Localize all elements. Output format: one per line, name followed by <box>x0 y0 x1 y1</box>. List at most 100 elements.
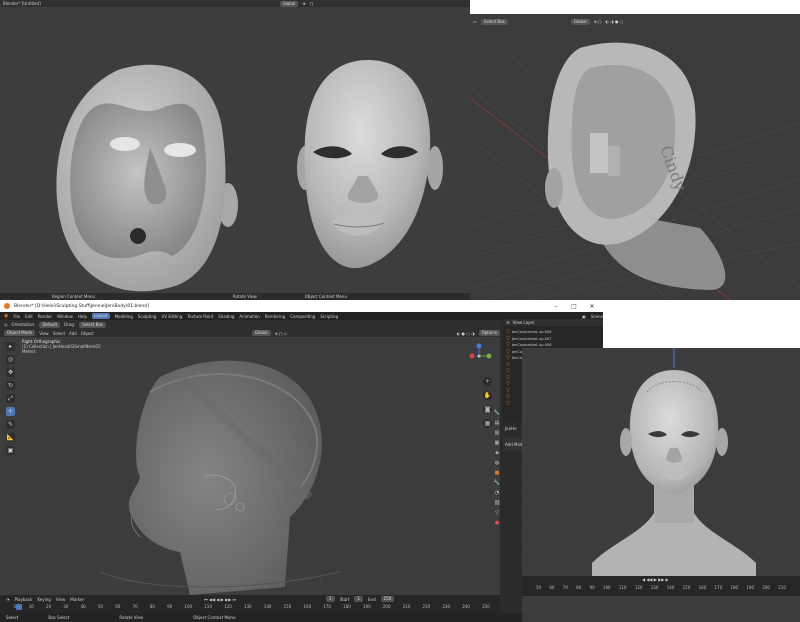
outliner-icon[interactable]: ☰ <box>506 320 510 325</box>
tab-scripting[interactable]: Scripting <box>320 314 338 319</box>
view-menu[interactable]: View <box>39 331 49 336</box>
camera-icon[interactable]: ◙ <box>483 405 492 414</box>
timeline[interactable]: ◔ Playback Keying View Marker ⏮ ◀◀ ◀ ▶ ▶… <box>0 595 500 613</box>
playback-controls[interactable]: ⏮ ◀◀ ◀ ▶ ▶▶ ⏭ <box>204 597 236 602</box>
tab-animation[interactable]: Animation <box>239 314 259 319</box>
menu-window[interactable]: Window <box>57 314 73 319</box>
select-icon[interactable]: ▭ <box>473 19 477 24</box>
blender-logo-icon <box>4 303 10 309</box>
front-timeline-tick: 60 <box>549 585 555 590</box>
magnet-icon[interactable]: ⋂ <box>310 1 313 6</box>
timeline-tick: 20 <box>46 604 52 609</box>
overlay-icons[interactable]: ◐ ◑ ● ○ <box>606 19 624 24</box>
front-timeline[interactable]: ◀ ◀◀ ▶ ▶▶ ▶ 50 60 70 80 90 100 110 120 130 140 150… <box>522 576 800 596</box>
tab-compositing[interactable]: Compositing <box>290 314 315 319</box>
marker-menu[interactable]: Marker <box>70 597 84 602</box>
end-frame[interactable]: 250 <box>380 596 395 602</box>
maximize-icon[interactable]: □ <box>567 303 581 310</box>
snap-icon-right[interactable]: ⊕ ⋂ <box>594 19 602 24</box>
move-icon[interactable]: ✥ <box>6 368 15 377</box>
start-frame[interactable]: 1 <box>354 596 364 602</box>
tab-uv-editing[interactable]: UV Editing <box>161 314 182 319</box>
add-menu[interactable]: Add <box>69 331 77 336</box>
pan-hand-icon[interactable]: ✋ <box>483 391 492 400</box>
timeline-mode-icon[interactable]: ◔ <box>6 597 10 602</box>
shading-icons[interactable]: ◐ ● ○ ◑ <box>457 331 475 336</box>
side-viewport[interactable]: Right Orthographic (1) Collection | JenH… <box>0 337 500 595</box>
rotate-icon[interactable]: ↻ <box>6 381 15 390</box>
grid-icon[interactable]: ▦ <box>483 419 492 428</box>
tool-tab-icon[interactable]: 🔧 <box>494 410 500 416</box>
mesh-icon: ▽ <box>506 400 510 407</box>
mesh-icon: ▽ <box>506 355 510 362</box>
mode-dropdown[interactable]: Object Mode <box>4 330 36 336</box>
playhead[interactable] <box>16 604 22 610</box>
scale-icon[interactable]: ⤢ <box>6 394 15 403</box>
data-tab-icon[interactable]: ▽ <box>495 510 499 516</box>
cursor-icon[interactable]: ◎ <box>6 355 15 364</box>
tab-rendering[interactable]: Rendering <box>265 314 285 319</box>
tab-modeling[interactable]: Modeling <box>115 314 133 319</box>
viewport-top-left[interactable]: Blender* [Untitled] Global ⊕ ⋂ Region Co… <box>0 0 470 300</box>
status-region-context: Region Context Menu <box>52 294 95 299</box>
orientation-select[interactable]: Default <box>39 321 61 328</box>
menu-edit[interactable]: Edit <box>25 314 33 319</box>
cursor-tool-icon[interactable]: ◎ <box>4 322 8 327</box>
snap-icon[interactable]: ⊕ <box>302 1 305 6</box>
scene-tab-icon[interactable]: ◈ <box>495 450 499 456</box>
timeline-tick: 100 <box>184 604 193 609</box>
minimize-icon[interactable]: – <box>549 303 563 310</box>
view-menu-timeline[interactable]: View <box>56 597 66 602</box>
menu-render[interactable]: Render <box>38 314 52 319</box>
front-timeline-tick: 100 <box>602 585 611 590</box>
render-tab-icon[interactable]: ▤ <box>495 420 500 426</box>
tab-sculpting[interactable]: Sculpting <box>138 314 157 319</box>
transform-icon[interactable]: ✛ <box>6 407 15 416</box>
measure-icon[interactable]: 📐 <box>6 433 15 442</box>
view-layer-tab-icon[interactable]: ▦ <box>495 440 500 446</box>
physics-tab-icon[interactable]: ◔ <box>495 490 499 496</box>
pivot-dropdown[interactable]: Global <box>251 330 271 336</box>
start-label: Start <box>339 596 350 602</box>
world-tab-icon[interactable]: ◍ <box>495 460 499 466</box>
front-viewport[interactable]: ◀ ◀◀ ▶ ▶▶ ▶ 50 60 70 80 90 100 110 120 130 140 150… <box>522 348 800 622</box>
window-title: Blender* [Untitled] <box>3 1 41 6</box>
tab-layout[interactable]: Layout <box>91 313 110 319</box>
playback-menu[interactable]: Playback <box>15 597 33 602</box>
select-menu[interactable]: Select <box>53 331 65 336</box>
object-tab-icon[interactable]: ■ <box>495 470 500 476</box>
object-menu[interactable]: Object <box>81 331 94 336</box>
front-playback-controls[interactable]: ◀ ◀◀ ▶ ▶▶ ▶ <box>642 577 669 582</box>
timeline-tick: 220 <box>422 604 431 609</box>
snap-main-icon[interactable]: ⊕ ⋂ ◇ <box>275 331 287 336</box>
select-box-icon[interactable]: ▸ <box>6 342 15 351</box>
options-dropdown[interactable]: Options <box>478 330 500 336</box>
scene-icon[interactable]: ▣ <box>582 314 586 319</box>
scene-name[interactable]: Scene <box>591 314 603 319</box>
select-mode-dropdown[interactable]: Select Box <box>480 18 508 25</box>
timeline-tick: 50 <box>97 604 104 609</box>
constraints-tab-icon[interactable]: ⛓ <box>494 500 500 506</box>
tab-shading[interactable]: Shading <box>218 314 234 319</box>
orientation-dropdown-right[interactable]: Global <box>570 18 590 25</box>
zoom-icon[interactable]: + <box>483 377 492 386</box>
add-cube-icon[interactable]: ▣ <box>6 446 15 455</box>
modifier-tab-icon[interactable]: 🔧 <box>494 480 500 486</box>
drag-select[interactable]: Select Box <box>79 321 107 328</box>
viewport-top-right[interactable]: ▭ Select Box Global ⊕ ⋂ ◐ ◑ ● ○ Cindy <box>470 14 800 300</box>
material-tab-icon[interactable]: ● <box>495 520 499 526</box>
menu-file[interactable]: File <box>13 314 20 319</box>
output-tab-icon[interactable]: ▥ <box>495 430 500 436</box>
current-frame[interactable]: 1 <box>326 596 335 602</box>
orientation-dropdown[interactable]: Global <box>279 0 299 7</box>
tab-texture-paint[interactable]: Texture Paint <box>187 314 213 319</box>
menu-help[interactable]: Help <box>78 314 87 319</box>
navigation-gizmo[interactable] <box>464 341 494 371</box>
timeline-ruler[interactable]: 0102030405060708090100110120130140150160… <box>14 604 490 609</box>
keying-menu[interactable]: Keying <box>37 597 50 602</box>
blender-menu-icon[interactable]: ◉ <box>4 313 8 319</box>
close-icon[interactable]: ✕ <box>585 303 599 310</box>
annotate-icon[interactable]: ✎ <box>6 420 15 429</box>
title-bar: Blender* [D:\Helvi\Sculpting Stuff\Jenni… <box>0 300 603 312</box>
front-ruler[interactable]: 50 60 70 80 90 100 110 120 130 140 150 160 170 180 190… <box>536 585 786 590</box>
